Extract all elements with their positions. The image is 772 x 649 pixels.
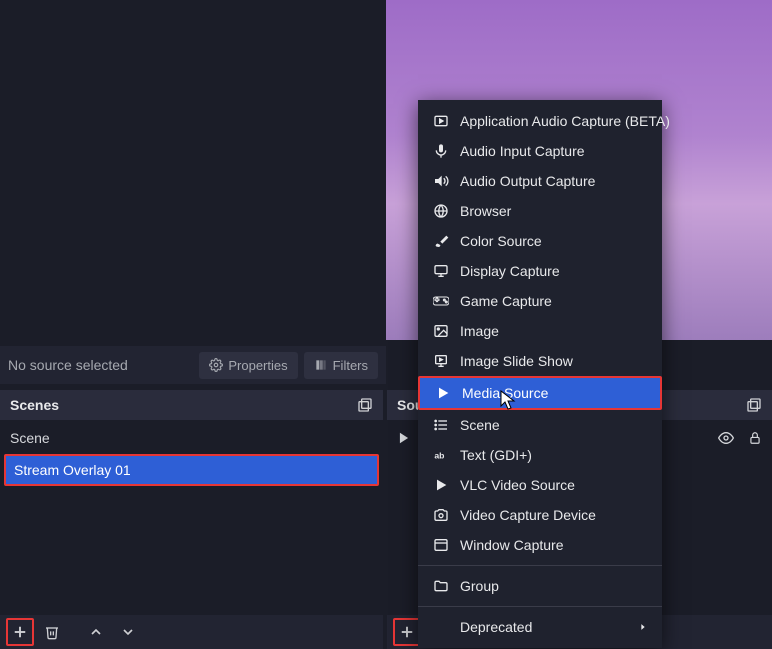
menu-item[interactable]: Image xyxy=(418,316,662,346)
scenes-panel: Scenes Scene Stream Overlay 01 xyxy=(0,390,383,649)
menu-item[interactable]: Game Capture xyxy=(418,286,662,316)
image-icon xyxy=(432,322,450,340)
menu-label: Video Capture Device xyxy=(460,507,596,523)
filters-button[interactable]: Filters xyxy=(304,352,378,379)
camera-icon xyxy=(432,506,450,524)
menu-label: Application Audio Capture (BETA) xyxy=(460,113,670,129)
menu-item[interactable]: Scene xyxy=(418,410,662,440)
menu-item[interactable]: Audio Output Capture xyxy=(418,166,662,196)
scenes-title: Scenes xyxy=(10,397,59,413)
filters-icon xyxy=(314,358,328,372)
play-icon xyxy=(397,431,411,445)
menu-item[interactable]: Color Source xyxy=(418,226,662,256)
menu-item[interactable]: Display Capture xyxy=(418,256,662,286)
menu-item[interactable]: Application Audio Capture (BETA) xyxy=(418,106,662,136)
menu-label: Group xyxy=(460,578,499,594)
menu-label: Image xyxy=(460,323,499,339)
brush-icon xyxy=(432,232,450,250)
eye-icon[interactable] xyxy=(718,430,734,446)
source-toolbar: No source selected Properties Filters xyxy=(0,346,386,384)
chevron-right-icon xyxy=(638,622,648,632)
menu-item[interactable]: Window Capture xyxy=(418,530,662,560)
menu-label: VLC Video Source xyxy=(460,477,575,493)
slideshow-icon xyxy=(432,352,450,370)
menu-separator xyxy=(418,606,662,607)
play-icon xyxy=(434,384,452,402)
menu-item[interactable]: ab Text (GDI+) xyxy=(418,440,662,470)
no-source-status: No source selected xyxy=(8,357,193,373)
menu-item[interactable]: Video Capture Device xyxy=(418,500,662,530)
play-icon xyxy=(432,476,450,494)
globe-icon xyxy=(432,202,450,220)
gamepad-icon xyxy=(432,292,450,310)
delete-scene-button[interactable] xyxy=(38,618,66,646)
menu-item[interactable]: VLC Video Source xyxy=(418,470,662,500)
menu-item[interactable]: Image Slide Show xyxy=(418,346,662,376)
move-down-button[interactable] xyxy=(114,618,142,646)
folder-icon xyxy=(432,577,450,595)
menu-label: Color Source xyxy=(460,233,542,249)
menu-label: Browser xyxy=(460,203,511,219)
window-icon xyxy=(432,536,450,554)
add-scene-button[interactable] xyxy=(6,618,34,646)
menu-item-group[interactable]: Group xyxy=(418,571,662,601)
menu-item[interactable]: Media Source xyxy=(418,376,662,410)
menu-label: Deprecated xyxy=(460,619,532,635)
lock-icon[interactable] xyxy=(748,431,762,445)
add-source-button[interactable] xyxy=(393,618,421,646)
svg-text:ab: ab xyxy=(434,450,444,460)
menu-separator xyxy=(418,565,662,566)
popout-icon[interactable] xyxy=(746,397,762,413)
filters-label: Filters xyxy=(333,358,368,373)
menu-item[interactable]: Audio Input Capture xyxy=(418,136,662,166)
scene-item[interactable]: Scene xyxy=(0,424,383,452)
speaker-icon xyxy=(432,172,450,190)
menu-label: Audio Input Capture xyxy=(460,143,585,159)
menu-label: Audio Output Capture xyxy=(460,173,595,189)
properties-label: Properties xyxy=(228,358,287,373)
properties-button[interactable]: Properties xyxy=(199,352,297,379)
menu-label: Text (GDI+) xyxy=(460,447,532,463)
add-source-context-menu[interactable]: Application Audio Capture (BETA) Audio In… xyxy=(418,100,662,648)
text-icon: ab xyxy=(432,446,450,464)
scene-item-selected[interactable]: Stream Overlay 01 xyxy=(4,454,379,486)
scenes-list: Scene Stream Overlay 01 xyxy=(0,420,383,615)
monitor-icon xyxy=(432,262,450,280)
scenes-header: Scenes xyxy=(0,390,383,420)
app-audio-icon xyxy=(432,112,450,130)
menu-label: Media Source xyxy=(462,385,548,401)
popout-icon[interactable] xyxy=(357,397,373,413)
menu-label: Image Slide Show xyxy=(460,353,573,369)
menu-label: Scene xyxy=(460,417,500,433)
preview-left xyxy=(0,0,386,340)
scenes-footer xyxy=(0,615,383,649)
menu-label: Window Capture xyxy=(460,537,564,553)
mic-icon xyxy=(432,142,450,160)
menu-item-deprecated[interactable]: Deprecated xyxy=(418,612,662,642)
menu-label: Game Capture xyxy=(460,293,552,309)
menu-label: Display Capture xyxy=(460,263,560,279)
gear-icon xyxy=(209,358,223,372)
list-icon xyxy=(432,416,450,434)
move-up-button[interactable] xyxy=(82,618,110,646)
menu-item[interactable]: Browser xyxy=(418,196,662,226)
